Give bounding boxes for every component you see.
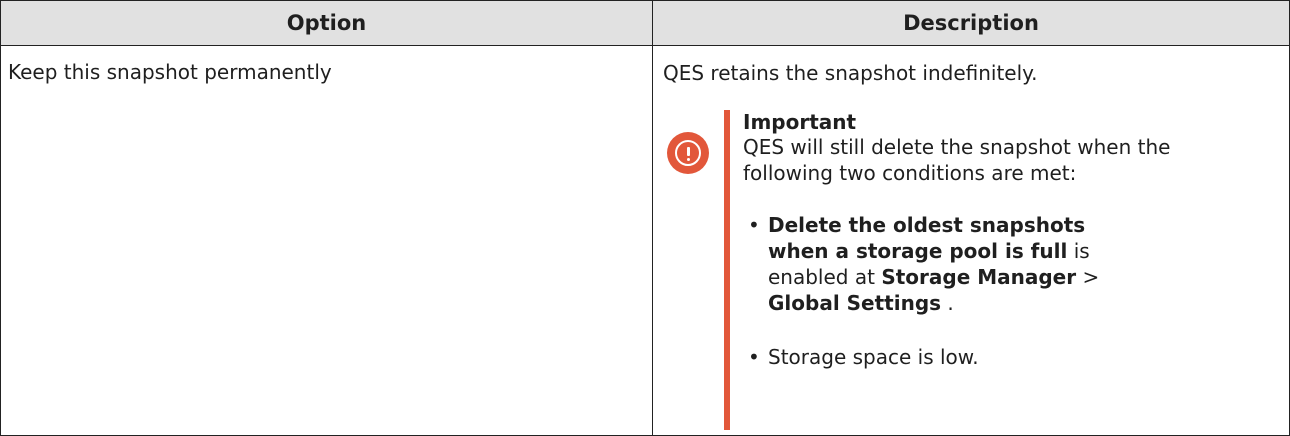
conditions-list: • Delete the oldest snapshots when a sto… [743, 212, 1263, 370]
exclamation-circle-icon [667, 132, 709, 174]
description-cell: QES retains the snapshot indefinitely. I… [652, 45, 1290, 436]
options-table: Option Description Keep this snapshot pe… [0, 0, 1290, 436]
condition-separator: > [1076, 265, 1100, 289]
header-description: Description [652, 0, 1290, 46]
important-note: Important QES will still delete the snap… [663, 110, 1289, 430]
bullet: • [748, 345, 760, 369]
important-body: Important QES will still delete the snap… [743, 110, 1263, 398]
option-cell: Keep this snapshot permanently [0, 45, 653, 436]
option-text: Keep this snapshot permanently [8, 60, 332, 84]
header-option: Option [0, 0, 653, 46]
table-header-row: Option Description [0, 0, 1290, 46]
condition-bold-path-1: Storage Manager [881, 265, 1077, 289]
condition-text: Storage space is low. [768, 345, 979, 369]
note-accent-bar [724, 110, 730, 430]
condition-bold-setting: Delete the oldest snapshots when a stora… [768, 213, 1086, 263]
list-item: • Delete the oldest snapshots when a sto… [743, 212, 1128, 316]
bullet: • [748, 213, 760, 237]
list-item: • Storage space is low. [743, 344, 1248, 370]
description-text: QES retains the snapshot indefinitely. [663, 61, 1038, 85]
important-text: QES will still delete the snapshot when … [743, 135, 1171, 185]
table-row: Keep this snapshot permanently QES retai… [0, 45, 1290, 436]
important-title: Important [743, 110, 857, 134]
condition-bold-path-2: Global Settings [768, 291, 942, 315]
condition-end: . [941, 291, 954, 315]
